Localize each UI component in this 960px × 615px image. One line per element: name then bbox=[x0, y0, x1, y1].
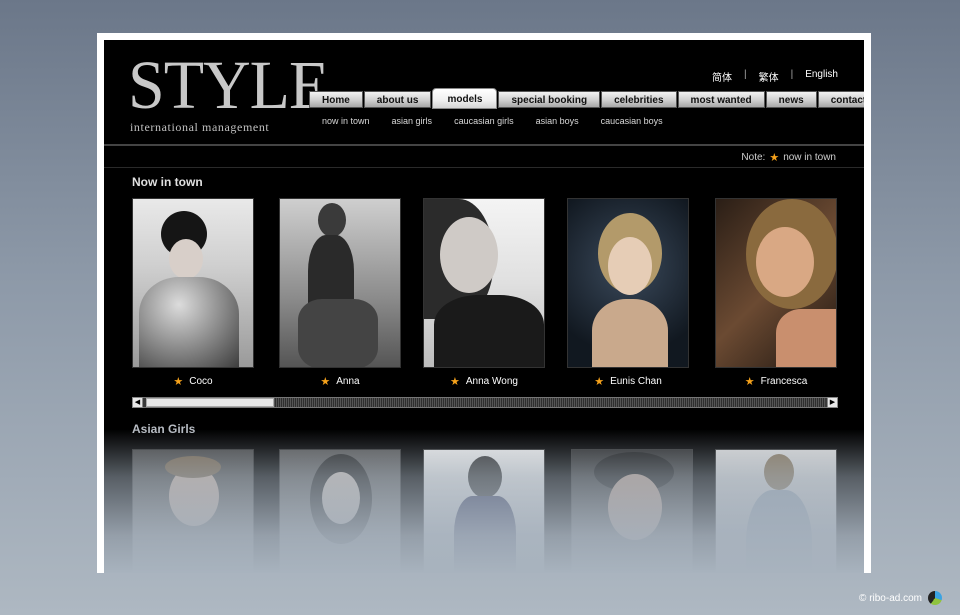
model-name[interactable]: Francesca bbox=[761, 376, 808, 387]
section-title-asian-girls: Asian Girls bbox=[132, 422, 196, 436]
model-card[interactable]: ★ Anna bbox=[279, 198, 401, 388]
model-photo[interactable] bbox=[132, 449, 254, 573]
star-icon: ★ bbox=[450, 376, 460, 388]
note-divider bbox=[104, 167, 864, 168]
footer-credit: © ribo-ad.com bbox=[859, 591, 942, 605]
subnav-caucasian-boys[interactable]: caucasian boys bbox=[601, 116, 663, 126]
lang-separator: | bbox=[743, 69, 747, 80]
model-card[interactable] bbox=[132, 449, 254, 573]
header-divider bbox=[104, 144, 864, 146]
star-icon: ★ bbox=[594, 376, 605, 388]
model-name[interactable]: Coco bbox=[189, 376, 212, 387]
model-photo[interactable] bbox=[567, 198, 689, 368]
lang-separator: | bbox=[790, 69, 794, 80]
model-photo[interactable] bbox=[571, 449, 693, 573]
nav-special-booking[interactable]: special booking bbox=[498, 91, 601, 108]
lang-traditional[interactable]: 繁体 bbox=[759, 69, 779, 84]
model-photo[interactable] bbox=[423, 449, 545, 573]
subnav-asian-boys[interactable]: asian boys bbox=[536, 116, 579, 126]
language-switcher: 简体 | 繁体 | English bbox=[712, 69, 838, 84]
model-card[interactable] bbox=[571, 449, 693, 573]
main-nav: Home about us models special booking cel… bbox=[309, 88, 864, 109]
model-name[interactable]: Eunis Chan bbox=[610, 376, 662, 387]
subnav-caucasian-girls[interactable]: caucasian girls bbox=[454, 116, 514, 126]
nav-contact-us[interactable]: contact us bbox=[817, 91, 864, 108]
note: Note: ★ now in town bbox=[741, 151, 836, 164]
nav-most-wanted[interactable]: most wanted bbox=[677, 91, 765, 108]
nav-about-us[interactable]: about us bbox=[363, 91, 432, 108]
subnav-now-in-town[interactable]: now in town bbox=[322, 116, 370, 126]
sub-nav: now in town asian girls caucasian girls … bbox=[322, 116, 685, 126]
model-photo[interactable] bbox=[279, 449, 401, 573]
note-text: now in town bbox=[783, 152, 836, 163]
website: STYLE international management 简体 | 繁体 |… bbox=[104, 40, 864, 573]
model-photo[interactable] bbox=[423, 198, 545, 368]
note-label: Note: bbox=[741, 152, 766, 163]
model-card[interactable]: ★ Anna Wong bbox=[423, 198, 545, 388]
model-photo[interactable] bbox=[132, 198, 254, 368]
footer-text[interactable]: © ribo-ad.com bbox=[859, 593, 922, 604]
star-icon: ★ bbox=[173, 376, 184, 388]
model-name[interactable]: Anna Wong bbox=[466, 376, 518, 387]
model-photo[interactable] bbox=[279, 198, 401, 368]
scroll-left-arrow-icon[interactable]: ◀ bbox=[132, 397, 143, 408]
nav-models[interactable]: models bbox=[432, 88, 498, 109]
style-logo[interactable]: STYLE international management bbox=[128, 47, 329, 135]
subnav-asian-girls[interactable]: asian girls bbox=[392, 116, 433, 126]
scroll-right-arrow-icon[interactable]: ▶ bbox=[827, 397, 838, 408]
lang-simplified[interactable]: 简体 bbox=[712, 69, 732, 84]
scrollbar-thumb[interactable] bbox=[146, 398, 274, 407]
star-icon: ★ bbox=[769, 152, 780, 164]
star-icon: ★ bbox=[320, 376, 331, 388]
model-photo[interactable] bbox=[715, 449, 837, 573]
model-card[interactable] bbox=[279, 449, 401, 573]
nav-celebrities[interactable]: celebrities bbox=[601, 91, 677, 108]
nav-news[interactable]: news bbox=[765, 91, 817, 108]
model-card[interactable] bbox=[715, 449, 837, 573]
nav-home[interactable]: Home bbox=[309, 91, 363, 108]
lang-english[interactable]: English bbox=[805, 69, 838, 84]
section-title-now-in-town: Now in town bbox=[132, 175, 203, 189]
ribo-logo-icon bbox=[928, 591, 942, 605]
model-card[interactable] bbox=[423, 449, 545, 573]
star-icon: ★ bbox=[744, 376, 755, 388]
model-name[interactable]: Anna bbox=[336, 376, 359, 387]
model-card[interactable]: ★ Eunis Chan bbox=[567, 198, 689, 388]
gallery-scrollbar[interactable]: ◀ ▶ bbox=[132, 397, 838, 408]
model-photo[interactable] bbox=[715, 198, 837, 368]
model-card[interactable]: ★ Francesca bbox=[715, 198, 837, 388]
scrollbar-track[interactable] bbox=[274, 398, 825, 407]
logo-title: STYLE bbox=[128, 47, 329, 124]
model-card[interactable]: ★ Coco bbox=[132, 198, 254, 388]
